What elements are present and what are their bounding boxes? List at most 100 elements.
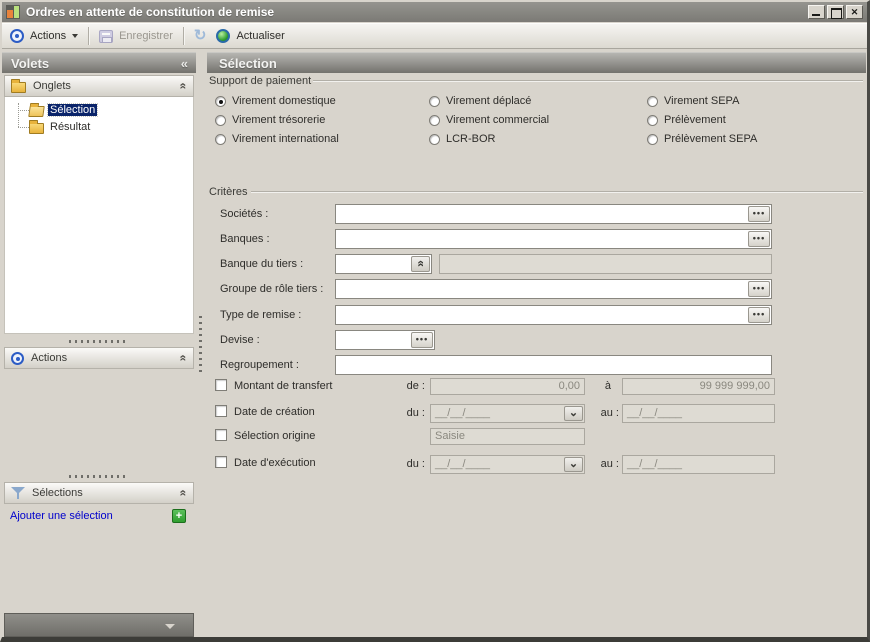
tree-item-resultat[interactable]: Résultat (29, 119, 92, 135)
groupe-role-browse-button[interactable]: ••• (748, 281, 770, 297)
sidebar-collapse-bar[interactable] (4, 613, 194, 637)
actions-menu-label: Actions (30, 30, 66, 42)
radio-virement-tresorerie[interactable]: Virement trésorerie (215, 113, 325, 127)
banque-tiers-expand-button[interactable]: » (411, 256, 430, 272)
banque-tiers-value-field (439, 254, 772, 274)
main-panel: Sélection Support de paiement Virement d… (205, 50, 867, 639)
radio-label: Prélèvement SEPA (664, 133, 757, 145)
date-execution-au-input[interactable]: __/__/____ (622, 455, 775, 474)
selections-panel-header[interactable]: Sélections « (4, 482, 194, 504)
support-group-title: Support de paiement (209, 75, 311, 87)
radio-prelevement[interactable]: Prélèvement (647, 113, 726, 127)
date-execution-au-label: au : (595, 458, 619, 470)
radio-label: Prélèvement (664, 114, 726, 126)
tree-guide (18, 103, 19, 127)
actualiser-button[interactable]: Actualiser (208, 25, 292, 47)
save-button[interactable]: Enregistrer (91, 25, 181, 47)
collapse-panel-icon[interactable]: « (177, 83, 191, 90)
date-execution-label: Date d'exécution (234, 457, 316, 469)
devise-input[interactable]: ••• (335, 330, 435, 350)
splitter-handle[interactable] (69, 475, 129, 478)
regroupement-input[interactable] (335, 355, 772, 375)
actions-panel-header[interactable]: Actions « (4, 347, 194, 369)
tree-item-selection[interactable]: Sélection (29, 102, 97, 118)
banques-label: Banques : (220, 233, 270, 245)
close-button[interactable]: ✕ (846, 5, 863, 19)
societes-browse-button[interactable]: ••• (748, 206, 770, 222)
radio-prelevement-sepa[interactable]: Prélèvement SEPA (647, 132, 757, 146)
groupe-role-label: Groupe de rôle tiers : (220, 283, 323, 295)
radio-label: Virement international (232, 133, 339, 145)
montant-de-input[interactable]: 0,00 (430, 378, 585, 395)
checkbox-date-creation[interactable] (215, 405, 227, 417)
date-execution-du-dropdown-button[interactable]: ⌄ (564, 457, 583, 472)
add-selection-plus-icon[interactable]: + (172, 509, 186, 523)
devise-label: Devise : (220, 334, 260, 346)
checkbox-date-execution[interactable] (215, 456, 227, 468)
selection-origine-input[interactable]: Saisie (430, 428, 585, 445)
sidebar-header: Volets « (2, 52, 196, 73)
date-creation-au-input[interactable]: __/__/____ (622, 404, 775, 423)
date-creation-du-combo[interactable]: __/__/____ ⌄ (430, 404, 585, 423)
radio-icon (429, 96, 440, 107)
date-execution-du-combo[interactable]: __/__/____ ⌄ (430, 455, 585, 474)
banques-input[interactable]: ••• (335, 229, 772, 249)
selection-origine-label: Sélection origine (234, 430, 315, 442)
tree-guide (18, 110, 29, 111)
groupe-role-input[interactable]: ••• (335, 279, 772, 299)
toolbar-separator (183, 27, 184, 45)
radio-virement-deplace[interactable]: Virement déplacé (429, 94, 531, 108)
actualiser-label: Actualiser (236, 30, 284, 42)
radio-label: Virement trésorerie (232, 114, 325, 126)
date-creation-du-dropdown-button[interactable]: ⌄ (564, 406, 583, 421)
actions-menu-button[interactable]: Actions (2, 25, 86, 47)
societes-input[interactable]: ••• (335, 204, 772, 224)
toolbar-separator (88, 27, 89, 45)
minimize-button[interactable] (808, 5, 825, 19)
refresh-button[interactable]: ↻ (186, 25, 209, 47)
sidebar-main-splitter[interactable] (196, 50, 205, 639)
checkbox-montant-transfert[interactable] (215, 379, 227, 391)
refresh-icon: ↻ (194, 29, 207, 43)
radio-label: Virement SEPA (664, 95, 739, 107)
radio-icon (647, 96, 658, 107)
folder-icon (11, 82, 26, 93)
banque-tiers-combo[interactable]: » (335, 254, 432, 274)
radio-label: LCR-BOR (446, 133, 496, 145)
collapse-panel-icon[interactable]: « (177, 355, 191, 362)
checkbox-selection-origine[interactable] (215, 429, 227, 441)
splitter-handle[interactable] (69, 340, 129, 343)
target-icon (11, 352, 24, 365)
criteres-group-title: Critères (209, 186, 248, 198)
devise-browse-button[interactable]: ••• (411, 332, 433, 348)
add-selection-link[interactable]: Ajouter une sélection (10, 510, 113, 522)
type-remise-browse-button[interactable]: ••• (748, 307, 770, 323)
criteres-group-line (251, 191, 863, 193)
onglets-tree: Sélection Résultat (4, 97, 194, 334)
radio-virement-domestique[interactable]: Virement domestique (215, 94, 336, 108)
onglets-panel-header[interactable]: Onglets « (4, 75, 194, 97)
radio-icon (647, 115, 658, 126)
type-remise-input[interactable]: ••• (335, 305, 772, 325)
societes-label: Sociétés : (220, 208, 268, 220)
banques-browse-button[interactable]: ••• (748, 231, 770, 247)
montant-a-label: à (597, 380, 611, 392)
radio-icon (429, 134, 440, 145)
radio-virement-commercial[interactable]: Virement commercial (429, 113, 549, 127)
open-folder-icon (28, 106, 45, 117)
onglets-panel-title: Onglets (33, 80, 71, 92)
radio-virement-international[interactable]: Virement international (215, 132, 339, 146)
collapse-sidebar-icon[interactable]: « (181, 53, 188, 74)
app-icon (6, 5, 20, 19)
radio-lcr-bor[interactable]: LCR-BOR (429, 132, 496, 146)
radio-label: Virement domestique (232, 95, 336, 107)
maximize-button[interactable] (827, 5, 844, 19)
regroupement-label: Regroupement : (220, 359, 299, 371)
radio-virement-sepa[interactable]: Virement SEPA (647, 94, 739, 108)
selections-panel-title: Sélections (32, 487, 83, 499)
montant-a-input[interactable]: 99 999 999,00 (622, 378, 775, 395)
window-titlebar: Ordres en attente de constitution de rem… (2, 2, 867, 22)
window-title: Ordres en attente de constitution de rem… (26, 5, 274, 19)
collapse-panel-icon[interactable]: « (177, 490, 191, 497)
date-placeholder: __/__/____ (435, 407, 490, 419)
